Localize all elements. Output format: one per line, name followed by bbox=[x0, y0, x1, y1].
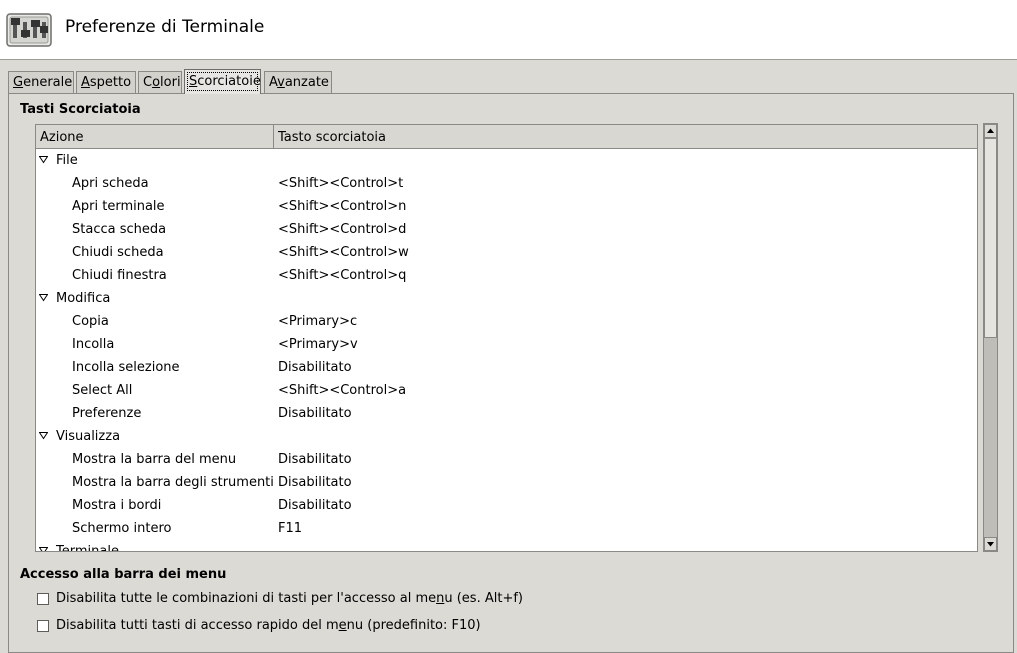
tab-generale[interactable]: Generale bbox=[8, 71, 74, 93]
window-header: Preferenze di Terminale bbox=[0, 0, 1017, 60]
expander-expanded-icon[interactable] bbox=[39, 546, 48, 552]
tree-item-row[interactable]: Stacca scheda <Shift><Control>d bbox=[36, 218, 977, 241]
checkbox[interactable] bbox=[37, 620, 49, 632]
tab-aspetto[interactable]: Aspetto bbox=[76, 71, 136, 93]
scroll-thumb[interactable] bbox=[984, 138, 997, 338]
action-label: Incolla selezione bbox=[72, 360, 180, 375]
tree-group-label: Modifica bbox=[56, 291, 111, 306]
action-label: Copia bbox=[72, 314, 109, 329]
shortcut-key-value[interactable]: <Shift><Control>q bbox=[278, 268, 406, 283]
checkbox[interactable] bbox=[37, 593, 49, 605]
tree-group-row[interactable]: File bbox=[36, 149, 977, 172]
action-label: Chiudi finestra bbox=[72, 268, 167, 283]
expander-expanded-icon[interactable] bbox=[39, 431, 48, 440]
expander-expanded-icon[interactable] bbox=[39, 293, 48, 302]
arrow-up-icon bbox=[987, 128, 994, 133]
preferences-toggles-icon bbox=[6, 13, 52, 47]
tree-item-row[interactable]: Mostra la barra del menu Disabilitato bbox=[36, 448, 977, 471]
shortcut-key-value[interactable]: <Primary>v bbox=[278, 337, 358, 352]
column-header-action[interactable]: Azione bbox=[36, 125, 274, 149]
action-label: Preferenze bbox=[72, 406, 142, 421]
scroll-down-button[interactable] bbox=[984, 537, 997, 551]
tab-scorciatoie[interactable]: Scorciatoie bbox=[184, 69, 261, 94]
shortcut-key-value[interactable]: Disabilitato bbox=[278, 406, 352, 421]
tree-item-row[interactable]: Copia <Primary>c bbox=[36, 310, 977, 333]
shortcut-key-value[interactable]: Disabilitato bbox=[278, 475, 352, 490]
checkbox-label[interactable]: Disabilita tutti tasti di accesso rapido… bbox=[56, 618, 481, 633]
shortcut-key-value[interactable]: Disabilitato bbox=[278, 452, 352, 467]
action-label: Mostra i bordi bbox=[72, 498, 162, 513]
expander-expanded-icon[interactable] bbox=[39, 155, 48, 164]
shortcut-key-value[interactable]: Disabilitato bbox=[278, 498, 352, 513]
scroll-up-button[interactable] bbox=[984, 124, 997, 138]
tree-group-row[interactable]: Modifica bbox=[36, 287, 977, 310]
tree-item-row[interactable]: Mostra i bordi Disabilitato bbox=[36, 494, 977, 517]
tree-group-label: File bbox=[56, 153, 78, 168]
tree-item-row[interactable]: Chiudi finestra <Shift><Control>q bbox=[36, 264, 977, 287]
shortcut-key-value[interactable]: F11 bbox=[278, 521, 302, 536]
tree-group-label: Terminale bbox=[56, 544, 119, 552]
tree-item-row[interactable]: Preferenze Disabilitato bbox=[36, 402, 977, 425]
shortcut-key-value[interactable]: <Shift><Control>d bbox=[278, 222, 406, 237]
action-label: Mostra la barra del menu bbox=[72, 452, 237, 467]
action-label: Schermo intero bbox=[72, 521, 172, 536]
menubar-access-section-title: Accesso alla barra dei menu bbox=[20, 567, 227, 582]
shortcuts-section-title: Tasti Scorciatoia bbox=[20, 102, 141, 117]
tree-item-row[interactable]: Incolla selezione Disabilitato bbox=[36, 356, 977, 379]
shortcut-key-value[interactable]: Disabilitato bbox=[278, 360, 352, 375]
shortcut-key-value[interactable]: <Shift><Control>n bbox=[278, 199, 406, 214]
tree-item-row[interactable]: Select All <Shift><Control>a bbox=[36, 379, 977, 402]
tree-group-row[interactable]: Terminale bbox=[36, 540, 977, 552]
tree-item-row[interactable]: Apri scheda <Shift><Control>t bbox=[36, 172, 977, 195]
column-header-key[interactable]: Tasto scorciatoia bbox=[274, 125, 977, 149]
action-label: Chiudi scheda bbox=[72, 245, 164, 260]
tree-item-row[interactable]: Chiudi scheda <Shift><Control>w bbox=[36, 241, 977, 264]
action-label: Select All bbox=[72, 383, 133, 398]
action-label: Apri scheda bbox=[72, 176, 149, 191]
tree-group-row[interactable]: Visualizza bbox=[36, 425, 977, 448]
tree-item-row[interactable]: Mostra la barra degli strumenti Disabilit… bbox=[36, 471, 977, 494]
shortcuts-tree[interactable]: Azione Tasto scorciatoia File Apri scheda… bbox=[35, 124, 978, 552]
arrow-down-icon bbox=[987, 542, 994, 547]
shortcut-key-value[interactable]: <Shift><Control>t bbox=[278, 176, 403, 191]
tab-avanzate[interactable]: Avanzate bbox=[264, 71, 332, 93]
action-label: Incolla bbox=[72, 337, 115, 352]
tab-colori[interactable]: Colori bbox=[138, 71, 182, 93]
tree-item-row[interactable]: Incolla <Primary>v bbox=[36, 333, 977, 356]
action-label: Mostra la barra degli strumenti bbox=[72, 475, 274, 490]
tree-group-label: Visualizza bbox=[56, 429, 121, 444]
checkbox-label[interactable]: Disabilita tutte le combinazioni di tast… bbox=[56, 591, 523, 606]
window-title: Preferenze di Terminale bbox=[65, 17, 265, 37]
shortcut-key-value[interactable]: <Primary>c bbox=[278, 314, 357, 329]
action-label: Apri terminale bbox=[72, 199, 165, 214]
shortcut-key-value[interactable]: <Shift><Control>w bbox=[278, 245, 409, 260]
tree-item-row[interactable]: Schermo intero F11 bbox=[36, 517, 977, 540]
tree-vertical-scrollbar[interactable] bbox=[983, 123, 998, 552]
shortcut-key-value[interactable]: <Shift><Control>a bbox=[278, 383, 406, 398]
tree-item-row[interactable]: Apri terminale <Shift><Control>n bbox=[36, 195, 977, 218]
action-label: Stacca scheda bbox=[72, 222, 167, 237]
